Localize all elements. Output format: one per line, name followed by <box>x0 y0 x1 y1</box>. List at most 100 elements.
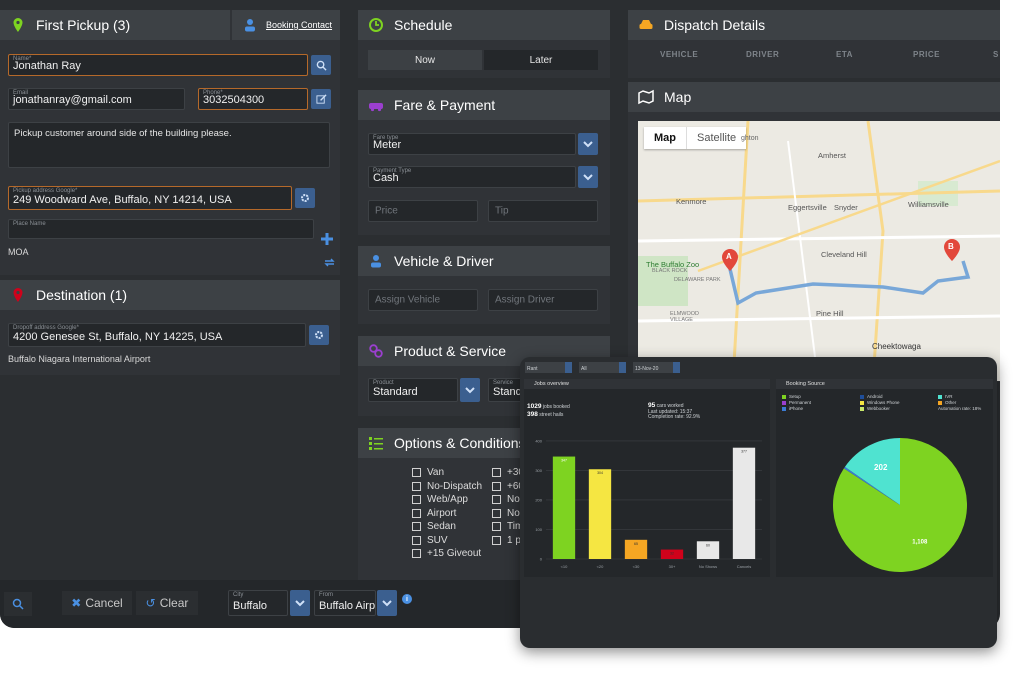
booking-pie-chart: 1,108 202 <box>833 438 967 572</box>
legend-label: Windows Phone <box>867 400 900 405</box>
bar[interactable] <box>732 447 756 559</box>
chevron-down-icon <box>565 362 572 373</box>
name-search-button[interactable] <box>311 55 331 75</box>
assign-vehicle-input[interactable]: Assign Vehicle <box>368 289 478 311</box>
tip-input[interactable]: Tip <box>488 200 598 222</box>
dropoff-address-field[interactable]: Dropoff address Google* 4200 Genesee St,… <box>8 323 306 347</box>
product-dropdown[interactable] <box>460 378 480 402</box>
city-select[interactable]: City Buffalo <box>228 590 288 616</box>
assign-driver-placeholder: Assign Driver <box>495 294 555 306</box>
dropoff-address-settings-button[interactable] <box>309 325 329 345</box>
bar[interactable] <box>552 456 576 559</box>
phone-field[interactable]: Phone* 3032504300 <box>198 88 308 110</box>
fare-type-select[interactable]: Fare type Meter <box>368 133 576 155</box>
filter-fleet[interactable]: All <box>579 362 626 373</box>
fare-header: Fare & Payment <box>358 90 610 120</box>
link-icon <box>369 344 383 358</box>
place-name-field[interactable]: Place Name <box>8 219 314 239</box>
from-select[interactable]: From Buffalo Airp <box>314 590 376 616</box>
checkbox-box[interactable] <box>412 522 421 532</box>
bar[interactable] <box>588 469 612 559</box>
filter-date[interactable]: 13-Nov-20 <box>633 362 680 373</box>
chevron-down-icon <box>295 599 305 606</box>
pickup-address-value: 249 Woodward Ave, Buffalo, NY 14214, USA <box>13 194 232 206</box>
bar-data-label: 32 <box>670 552 674 556</box>
legend-item: Permanent <box>782 400 811 405</box>
checkbox-box[interactable] <box>412 468 421 478</box>
schedule-later-button[interactable]: Later <box>484 50 598 70</box>
email-field[interactable]: Email jonathanray@gmail.com <box>8 88 185 110</box>
checkbox-box[interactable] <box>412 481 421 491</box>
booking-contact-button[interactable]: Booking Contact <box>232 10 340 40</box>
bottom-search-button[interactable] <box>4 592 32 616</box>
place-tag: MOA <box>8 247 29 257</box>
user-icon <box>245 19 255 32</box>
swap-button[interactable] <box>324 255 335 267</box>
option-checkbox[interactable]: +15 Giveout <box>412 547 482 561</box>
option-label: No-Dispatch <box>427 480 483 492</box>
checkbox-box[interactable] <box>492 522 501 532</box>
place-name-label: Place Name <box>13 221 46 227</box>
checkbox-box[interactable] <box>412 549 421 559</box>
option-checkbox[interactable]: Web/App <box>412 493 482 507</box>
price-placeholder: Price <box>375 205 398 217</box>
checkbox-box[interactable] <box>412 495 421 505</box>
legend-swatch <box>782 406 786 411</box>
payment-type-select[interactable]: Payment Type Cash <box>368 166 576 188</box>
bar-data-label: 377 <box>741 450 747 454</box>
x-tick-label: <30 <box>633 564 641 569</box>
city-dropdown[interactable] <box>290 590 310 616</box>
from-value: Buffalo Airp <box>319 600 376 612</box>
checkbox-box[interactable] <box>492 468 501 478</box>
x-tick-label: No Shows <box>699 564 717 569</box>
street-hails-label: street hails <box>539 412 564 418</box>
close-icon: ✖ <box>71 596 82 610</box>
product-select[interactable]: Product Standard <box>368 378 458 402</box>
map-label: Williamsville <box>908 200 949 209</box>
price-input[interactable]: Price <box>368 200 478 222</box>
bar-data-label: 304 <box>597 471 603 475</box>
phone-edit-button[interactable] <box>311 89 331 109</box>
from-dropdown[interactable] <box>377 590 397 616</box>
driver-icon <box>371 255 381 268</box>
schedule-now-button[interactable]: Now <box>368 50 482 70</box>
checkbox-box[interactable] <box>492 535 501 545</box>
add-stop-button[interactable] <box>320 232 334 246</box>
cars-worked-value: 95 <box>648 402 656 409</box>
map-label: Pine Hill <box>816 309 844 318</box>
checkbox-box[interactable] <box>412 535 421 545</box>
checkbox-box[interactable] <box>412 508 421 518</box>
clear-button[interactable]: ↺ Clear <box>136 591 198 615</box>
payment-type-dropdown[interactable] <box>578 166 598 188</box>
bar-data-label: 65 <box>634 542 638 546</box>
option-checkbox[interactable]: No-Dispatch <box>412 480 482 494</box>
option-label: No <box>507 494 520 506</box>
dispatch-col-vehicle: VEHICLE <box>660 50 699 59</box>
legend-label: Automation rate: 18% <box>938 406 982 411</box>
map-view[interactable]: A B Map Satellite ghton Amherst Snyder E… <box>638 121 1000 381</box>
map-tab-map[interactable]: Map <box>644 127 686 149</box>
cancel-button[interactable]: ✖ Cancel <box>62 591 132 615</box>
dropoff-place-tag: Buffalo Niagara International Airport <box>8 354 151 364</box>
info-icon[interactable]: i <box>402 594 412 604</box>
checkbox-box[interactable] <box>492 508 501 518</box>
option-checkbox[interactable]: Van <box>412 466 482 480</box>
y-tick-label: 400 <box>535 438 542 443</box>
city-value: Buffalo <box>233 600 268 612</box>
checkbox-box[interactable] <box>492 495 501 505</box>
pickup-address-settings-button[interactable] <box>295 188 315 208</box>
option-checkbox[interactable]: Sedan <box>412 520 482 534</box>
name-field[interactable]: Name* Jonathan Ray <box>8 54 308 76</box>
assign-driver-input[interactable]: Assign Driver <box>488 289 598 311</box>
map-label: DELAWARE PARK <box>674 277 721 283</box>
map-tab-satellite[interactable]: Satellite <box>686 127 746 149</box>
fare-type-dropdown[interactable] <box>578 133 598 155</box>
analytics-overlay: Rant All 13-Nov-20 Jobs overview 1029 jo… <box>520 357 997 648</box>
pickup-address-field[interactable]: Pickup address Google* 249 Woodward Ave,… <box>8 186 292 210</box>
option-checkbox[interactable]: SUV <box>412 534 482 548</box>
pickup-notes-field[interactable]: Pickup customer around side of the build… <box>8 122 330 168</box>
legend-item: Webbooker <box>860 406 890 411</box>
checkbox-box[interactable] <box>492 481 501 491</box>
filter-date-range[interactable]: Rant <box>525 362 572 373</box>
option-checkbox[interactable]: Airport <box>412 507 482 521</box>
